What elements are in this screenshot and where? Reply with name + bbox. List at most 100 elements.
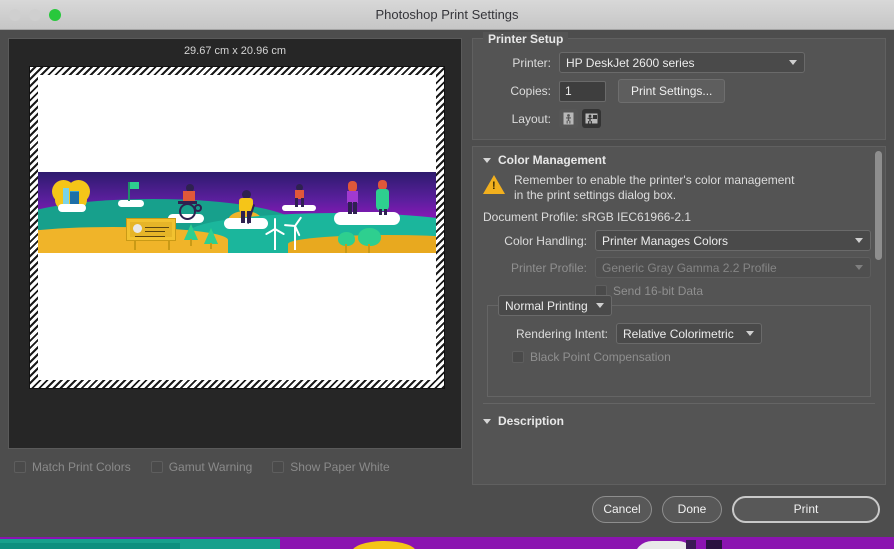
round-tree-trunk-b	[368, 244, 370, 253]
printer-select[interactable]: HP DeskJet 2600 series	[559, 52, 805, 73]
paper-dimensions-label: 29.67 cm x 20.96 cm	[183, 45, 287, 57]
maximize-button[interactable]	[49, 9, 61, 21]
print-button[interactable]: Print	[732, 495, 880, 523]
printer-label: Printer:	[512, 55, 551, 70]
cancel-button[interactable]: Cancel	[592, 495, 652, 523]
color-management-warning-text: Remember to enable the printer's color m…	[514, 173, 795, 202]
done-button[interactable]: Done	[662, 495, 722, 523]
chevron-down-icon	[483, 156, 492, 165]
behind-hill-teal-dark	[0, 543, 180, 549]
copies-label: Copies:	[510, 84, 551, 98]
behind-figure-shape-a	[686, 540, 696, 549]
gamut-warning-label: Gamut Warning	[168, 460, 253, 474]
document-behind-dialog	[0, 535, 894, 549]
person-right-a	[344, 181, 362, 214]
print-settings-button-label: Print Settings...	[631, 84, 713, 98]
layout-row: Layout:	[473, 106, 885, 131]
chevron-down-icon	[595, 301, 605, 310]
billboard-leg-right	[168, 240, 170, 250]
layout-landscape-button[interactable]	[582, 109, 601, 128]
printer-row: Printer: HP DeskJet 2600 series	[473, 49, 885, 76]
dialog-footer: Cancel Done Print	[0, 485, 894, 537]
person-runner	[292, 184, 308, 207]
print-settings-button[interactable]: Print Settings...	[618, 79, 726, 103]
chevron-down-icon	[855, 236, 864, 245]
color-management-scrollbar[interactable]	[874, 151, 883, 480]
window-titlebar: Photoshop Print Settings	[0, 0, 894, 30]
printer-profile-select: Generic Gray Gamma 2.2 Profile	[595, 257, 871, 278]
section-divider	[483, 403, 875, 404]
color-management-header[interactable]: Color Management	[473, 147, 885, 169]
printer-profile-label: Printer Profile:	[510, 260, 587, 275]
color-handling-value: Printer Manages Colors	[602, 233, 729, 248]
match-print-colors-checkbox[interactable]	[14, 461, 26, 473]
person-wheelchair	[176, 184, 206, 220]
color-handling-select[interactable]: Printer Manages Colors	[595, 230, 871, 251]
paper-printable-area	[38, 75, 436, 380]
show-paper-white-checkbox[interactable]	[272, 461, 285, 473]
gamut-warning-option[interactable]: Gamut Warning	[150, 460, 253, 474]
black-point-label: Black Point Compensation	[530, 350, 671, 364]
printer-setup-panel: Printer Setup Printer: HP DeskJet 2600 s…	[472, 32, 886, 140]
description-title: Description	[498, 414, 565, 428]
preview-column: 29.67 cm x 20.96 cm Match Print Colors G…	[0, 30, 470, 485]
window-title: Photoshop Print Settings	[375, 7, 519, 22]
cloud-flag	[118, 200, 144, 207]
done-button-label: Done	[677, 502, 707, 516]
show-paper-white-option[interactable]: Show Paper White	[272, 460, 390, 474]
send-16bit-label: Send 16-bit Data	[613, 284, 704, 298]
heart-logo-icon	[52, 178, 92, 214]
close-button[interactable]	[9, 9, 21, 21]
gamut-warning-checkbox[interactable]	[150, 461, 163, 473]
black-point-option: Black Point Compensation	[512, 350, 671, 364]
color-management-title: Color Management	[498, 153, 607, 167]
preview-options-row: Match Print Colors Gamut Warning Show Pa…	[8, 449, 462, 485]
minimize-button[interactable]	[29, 9, 41, 21]
printing-mode-select[interactable]: Normal Printing	[498, 295, 612, 316]
chevron-down-icon	[483, 417, 492, 426]
printer-select-value: HP DeskJet 2600 series	[566, 55, 695, 70]
printing-mode-value: Normal Printing	[505, 298, 588, 313]
settings-column: Printer Setup Printer: HP DeskJet 2600 s…	[470, 30, 894, 485]
print-button-label: Print	[793, 502, 819, 516]
warning-triangle-icon	[483, 175, 505, 194]
color-handling-row: Color Handling: Printer Manages Colors	[473, 227, 885, 254]
print-preview-pane[interactable]: 29.67 cm x 20.96 cm	[8, 38, 462, 449]
scrollbar-thumb[interactable]	[875, 151, 882, 260]
person-right-b	[374, 180, 392, 215]
cancel-button-label: Cancel	[603, 502, 641, 516]
pine-tree-a	[184, 224, 198, 240]
portrait-layout-icon	[563, 112, 574, 125]
rendering-intent-row: Rendering Intent: Relative Colorimetric	[498, 320, 860, 347]
layout-label: Layout:	[511, 111, 551, 126]
behind-sun-shape	[352, 541, 416, 549]
billboard-sign	[126, 218, 176, 241]
turbine-pole-a	[274, 228, 276, 250]
chevron-down-icon	[789, 58, 798, 67]
paper-sheet[interactable]	[29, 66, 445, 389]
color-handling-label: Color Handling:	[504, 233, 587, 248]
dialog-body: 29.67 cm x 20.96 cm Match Print Colors G…	[0, 30, 894, 485]
window-controls[interactable]	[9, 9, 61, 21]
copies-input-value: 1	[565, 84, 572, 98]
copies-row: Copies: 1 Print Settings...	[473, 76, 885, 106]
match-print-colors-option[interactable]: Match Print Colors	[14, 460, 131, 474]
color-management-warning: Remember to enable the printer's color m…	[473, 169, 885, 205]
show-paper-white-label: Show Paper White	[290, 460, 390, 474]
behind-figure-shape-b	[706, 540, 722, 549]
flag-cloth	[130, 182, 139, 189]
copies-input[interactable]: 1	[559, 80, 606, 102]
rendering-intent-value: Relative Colorimetric	[623, 326, 734, 341]
black-point-row: Black Point Compensation	[498, 347, 860, 367]
printing-mode-group: Normal Printing Rendering Intent: Relati…	[487, 295, 871, 397]
rendering-intent-label: Rendering Intent:	[515, 326, 608, 341]
description-header[interactable]: Description	[473, 408, 885, 430]
match-print-colors-label: Match Print Colors	[32, 460, 131, 474]
rendering-intent-select[interactable]: Relative Colorimetric	[616, 323, 762, 344]
chevron-down-icon	[855, 263, 864, 272]
pine-trunk-b	[210, 243, 212, 249]
chevron-down-icon	[746, 329, 755, 338]
layout-portrait-button[interactable]	[559, 109, 578, 128]
landscape-layout-icon	[585, 113, 598, 124]
artwork-image	[38, 172, 436, 253]
